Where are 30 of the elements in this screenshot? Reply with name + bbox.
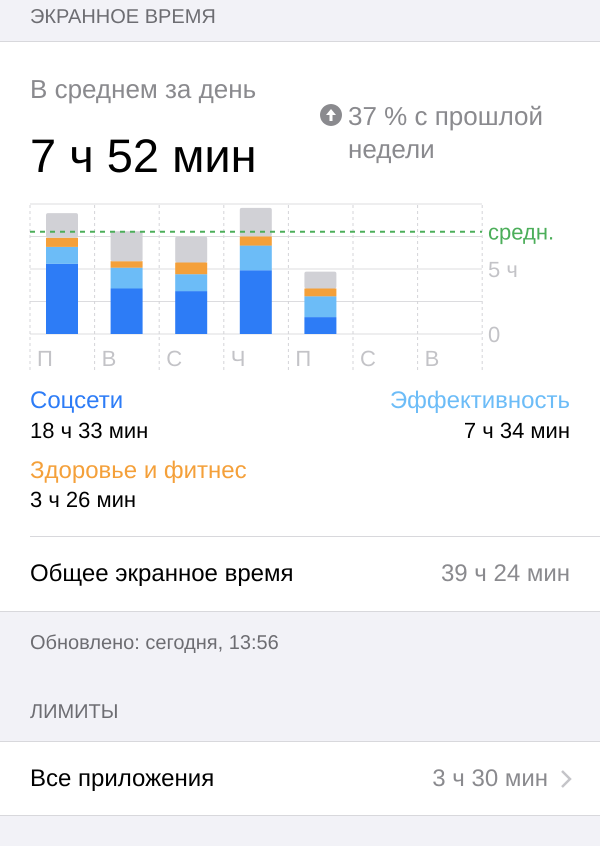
summary-value: 7 ч 52 мин [30, 132, 257, 179]
axis-label: В [102, 346, 116, 371]
total-label: Общее экранное время [30, 559, 294, 590]
axis-label: П [37, 346, 53, 371]
category-name: Соцсети [30, 387, 124, 416]
y-tick-label: 5 ч [488, 257, 518, 282]
axis-label: С [166, 346, 182, 371]
category-time: 18 ч 33 мин [30, 416, 148, 445]
total-value: 39 ч 24 мин [440, 559, 570, 590]
updated-text: Обновлено: сегодня, 13:56 [30, 632, 279, 654]
summary-label: В среднем за день [30, 76, 257, 102]
limit-value: 3 ч 30 мин [432, 764, 548, 794]
axis-label: В [424, 346, 440, 371]
change-text: 37 % с прошлой недели [348, 100, 544, 165]
arrow-up-icon [320, 104, 342, 126]
section-header: ЭКРАННОЕ ВРЕМЯ [30, 7, 216, 27]
limit-row[interactable]: Все приложения 3 ч 30 мин [0, 742, 600, 816]
bar-segment [304, 317, 336, 334]
axis-label: С [360, 346, 376, 371]
limit-label: Все приложения [30, 764, 214, 794]
y-tick-label: 0 [488, 322, 500, 347]
axis-label: П [295, 346, 312, 371]
chevron-right-icon [560, 768, 572, 789]
category-time: 7 ч 34 мин [464, 416, 570, 445]
section-header: ЛИМИТЫ [30, 701, 118, 724]
category-time: 3 ч 26 мин [30, 486, 136, 514]
category-name: Эффективность [390, 387, 570, 416]
axis-label: Ч [230, 346, 246, 371]
average-label: средн. [488, 220, 554, 245]
category-name: Здоровье и фитнес [30, 456, 247, 486]
